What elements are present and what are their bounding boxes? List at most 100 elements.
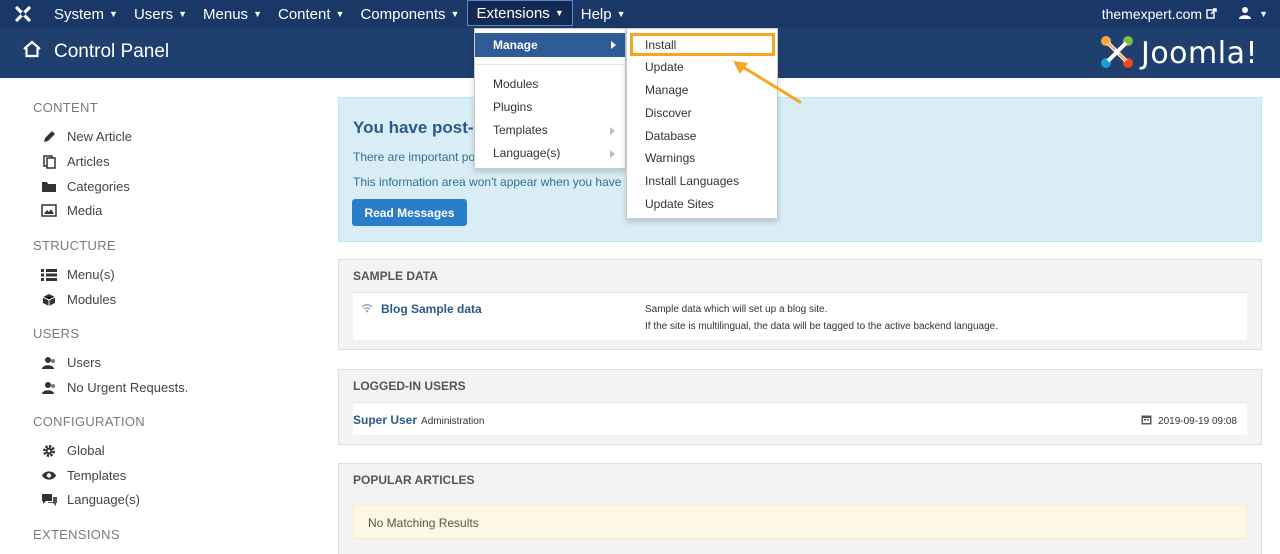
sidebar-item-categories[interactable]: Categories — [40, 179, 130, 194]
users-icon — [40, 381, 58, 395]
sidebar-item-modules[interactable]: Modules — [40, 292, 116, 307]
sample-data-description: If the site is multilingual, the data wi… — [645, 321, 999, 332]
panel-body: Blog Sample data Sample data which will … — [353, 292, 1247, 340]
calendar-icon — [1141, 414, 1152, 428]
gear-icon — [40, 444, 58, 458]
caret-down-icon: ▼ — [335, 9, 345, 19]
menu-item-manage[interactable]: Manage — [645, 83, 688, 97]
alert-text: There are important po — [353, 150, 476, 164]
sidebar-item-requests[interactable]: No Urgent Requests. — [40, 380, 188, 395]
main-menu: System ▼ Users ▼ Menus ▼ Content ▼ Component… — [46, 0, 634, 28]
site-link[interactable]: themexpert.com — [1102, 6, 1217, 22]
menu-label: Users — [133, 5, 174, 23]
sidebar-heading-content: CONTENT — [33, 100, 98, 115]
user-role: Administration — [421, 416, 485, 427]
submenu-arrow-icon — [610, 127, 615, 135]
menu-help[interactable]: Help ▼ — [573, 0, 634, 28]
sidebar-item-label: Modules — [67, 292, 117, 307]
menu-label: Menus — [203, 5, 249, 23]
sidebar-item-label: No Urgent Requests. — [67, 380, 189, 395]
joomla-wordmark: Joomla! — [1140, 36, 1258, 71]
extensions-dropdown: Manage Modules Plugins Templates Languag… — [474, 28, 626, 169]
menu-item-database[interactable]: Database — [645, 129, 696, 143]
menu-item-manage[interactable]: Manage — [475, 33, 625, 57]
menu-users[interactable]: Users ▼ — [126, 0, 195, 28]
menu-item-templates[interactable]: Templates — [493, 123, 548, 137]
alert-heading: You have post- — [353, 118, 474, 137]
menu-extensions[interactable]: Extensions ▼ — [467, 0, 573, 26]
articles-icon — [40, 154, 58, 169]
user-icon — [1239, 6, 1252, 22]
link-label: Blog Sample data — [381, 302, 482, 316]
pencil-icon — [40, 130, 58, 144]
menu-components[interactable]: Components ▼ — [352, 0, 467, 28]
caret-down-icon: ▼ — [178, 9, 188, 19]
caret-down-icon: ▼ — [1259, 9, 1268, 19]
joomla-logo-icon — [1099, 34, 1135, 73]
menu-system[interactable]: System ▼ — [46, 0, 126, 28]
menu-label: System — [54, 5, 105, 23]
sample-data-panel: SAMPLE DATA Blog Sample data Sample data… — [338, 259, 1262, 350]
sidebar-item-label: Categories — [67, 179, 130, 194]
sidebar-item-label: New Article — [67, 129, 133, 144]
joomla-brand: Joomla! — [1099, 34, 1258, 73]
submenu-arrow-icon — [610, 150, 615, 158]
joomla-logo-icon[interactable] — [0, 0, 46, 28]
sidebar-item-media[interactable]: Media — [40, 203, 102, 218]
sidebar-heading-configuration: CONFIGURATION — [33, 414, 145, 429]
blog-sample-data-link[interactable]: Blog Sample data — [361, 302, 482, 316]
user-name-link[interactable]: Super User — [353, 413, 417, 427]
caret-down-icon: ▼ — [554, 8, 564, 18]
cube-icon — [40, 293, 58, 307]
no-results-box: No Matching Results — [353, 505, 1247, 539]
sidebar-item-menus[interactable]: Menu(s) — [40, 267, 115, 282]
sidebar-item-label: Articles — [67, 154, 110, 169]
top-navbar: System ▼ Users ▼ Menus ▼ Content ▼ Component… — [0, 0, 1280, 28]
login-datetime: 2019-09-19 09:08 — [1141, 414, 1237, 428]
sidebar-heading-structure: STRUCTURE — [33, 238, 116, 253]
menu-item-label: Manage — [493, 38, 538, 52]
read-messages-button[interactable]: Read Messages — [352, 199, 467, 226]
sidebar-item-articles[interactable]: Articles — [40, 154, 110, 169]
menu-item-modules[interactable]: Modules — [493, 77, 538, 91]
sidebar-item-label: Templates — [67, 468, 127, 483]
sidebar-heading-extensions: EXTENSIONS — [33, 527, 120, 542]
datetime-text: 2019-09-19 09:08 — [1158, 415, 1237, 427]
submenu-arrow-icon — [611, 41, 616, 49]
wifi-icon — [361, 302, 373, 316]
menu-divider — [475, 64, 625, 65]
menu-item-install-languages[interactable]: Install Languages — [645, 174, 739, 188]
sidebar-item-global[interactable]: Global — [40, 443, 105, 458]
menu-item-languages[interactable]: Language(s) — [493, 146, 560, 160]
logged-user: Super User Administration — [353, 413, 484, 427]
manage-submenu: Install Update Manage Discover Database … — [626, 28, 778, 219]
panel-body: Super User Administration 2019-09-19 09:… — [353, 402, 1247, 435]
menu-item-plugins[interactable]: Plugins — [493, 100, 532, 114]
menu-menus[interactable]: Menus ▼ — [195, 0, 270, 28]
menu-item-update[interactable]: Update — [645, 60, 684, 74]
sidebar-item-users[interactable]: Users — [40, 355, 101, 370]
menu-label: Components — [360, 5, 446, 23]
menu-label: Extensions — [476, 4, 550, 22]
menu-item-install[interactable]: Install — [645, 38, 676, 52]
user-menu[interactable]: ▼ — [1239, 6, 1268, 22]
menu-item-discover[interactable]: Discover — [645, 106, 692, 120]
menu-label: Help — [580, 5, 612, 23]
sidebar-item-label: Global — [67, 443, 105, 458]
sidebar-item-new-article[interactable]: New Article — [40, 129, 132, 144]
menu-item-warnings[interactable]: Warnings — [645, 151, 695, 165]
sidebar-item-languages[interactable]: Language(s) — [40, 492, 140, 507]
sidebar-heading-users: USERS — [33, 326, 80, 341]
sidebar-item-label: Media — [67, 203, 103, 218]
page-title: Control Panel — [22, 40, 169, 64]
menu-content[interactable]: Content ▼ — [270, 0, 352, 28]
caret-down-icon: ▼ — [253, 9, 262, 19]
page-title-text: Control Panel — [54, 41, 170, 62]
caret-down-icon: ▼ — [109, 9, 118, 19]
sample-data-description: Sample data which will set up a blog sit… — [645, 304, 828, 315]
annotation-arrow-icon — [733, 61, 802, 104]
folder-icon — [40, 180, 58, 193]
sidebar-item-templates[interactable]: Templates — [40, 468, 126, 483]
sidebar-item-label: Menu(s) — [67, 267, 115, 282]
menu-item-update-sites[interactable]: Update Sites — [645, 197, 714, 211]
